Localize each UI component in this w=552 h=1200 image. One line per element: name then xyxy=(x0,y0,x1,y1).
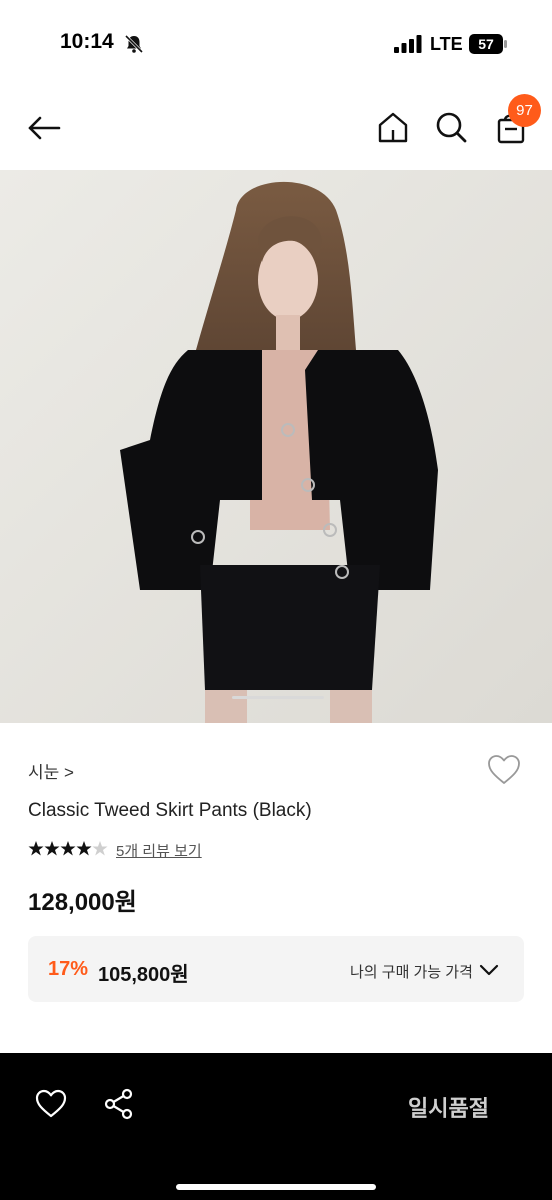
search-icon[interactable] xyxy=(434,110,468,144)
top-nav: 97 xyxy=(0,88,552,170)
share-icon[interactable] xyxy=(102,1087,136,1121)
status-time: 10:14 xyxy=(60,30,114,53)
home-indicator[interactable] xyxy=(176,1184,376,1190)
sale-price: 105,800원 xyxy=(98,964,189,986)
back-arrow-icon[interactable] xyxy=(26,110,62,146)
wishlist-heart-icon[interactable] xyxy=(34,1087,68,1121)
signal-icon xyxy=(394,35,422,53)
original-price: 128,000원 xyxy=(28,889,137,916)
review-link[interactable]: 5개 리뷰 보기 xyxy=(116,840,202,861)
rating-stars-icon xyxy=(28,841,108,856)
image-carousel-indicator xyxy=(232,696,324,699)
discount-rate: 17% xyxy=(48,958,89,980)
chevron-down-icon[interactable] xyxy=(478,959,500,981)
purchase-price-label: 나의 구매 가능 가격 xyxy=(350,964,473,981)
bottom-action-bar: 일시품절 xyxy=(0,1053,552,1200)
network-type: LTE xyxy=(430,34,463,54)
purchase-price-box[interactable]: 17% 105,800원 나의 구매 가능 가격 xyxy=(28,936,524,1002)
product-photo xyxy=(0,170,552,723)
bell-off-icon xyxy=(124,34,144,54)
battery-level: 57 xyxy=(478,36,494,52)
home-icon[interactable] xyxy=(376,110,410,144)
cart-count-badge: 97 xyxy=(508,94,541,127)
product-name: Classic Tweed Skirt Pants (Black) xyxy=(28,800,312,821)
status-bar: 10:14 LTE 57 xyxy=(0,0,552,88)
product-image[interactable] xyxy=(0,170,552,723)
brand-link[interactable]: 시눈 > xyxy=(28,758,74,783)
product-detail-page: 10:14 LTE 57 97 시눈 > Classic Tweed Skirt… xyxy=(0,0,552,1200)
sold-out-button[interactable]: 일시품절 xyxy=(408,1091,489,1123)
heart-icon[interactable] xyxy=(486,752,522,788)
